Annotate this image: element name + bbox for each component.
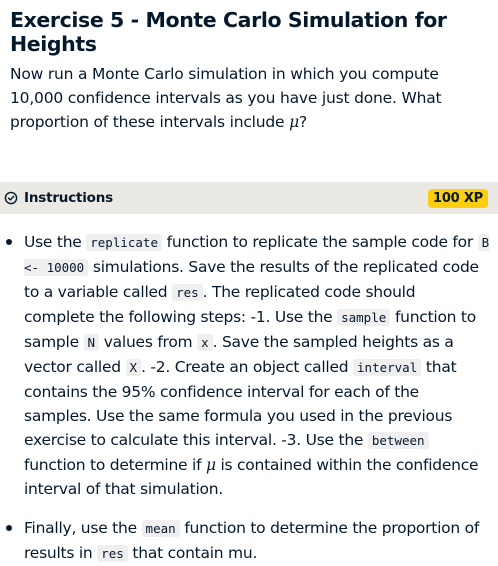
intro-end: ?	[298, 113, 307, 131]
instruction-step: Use the replicate function to replicate …	[6, 230, 498, 501]
code-snippet: res	[172, 284, 203, 301]
xp-badge: 100 XP	[427, 188, 488, 208]
exercise-description: Now run a Monte Carlo simulation in whic…	[0, 56, 498, 134]
code-snippet: between	[367, 432, 429, 449]
code-snippet: x	[197, 334, 213, 351]
step-text: . -2. Create an object called	[141, 358, 354, 376]
code-snippet: replicate	[86, 234, 162, 251]
intro-text: Now run a Monte Carlo simulation in whic…	[10, 65, 442, 131]
instruction-step: Finally, use the mean function to determ…	[6, 516, 498, 566]
instructions-title-group: Instructions	[4, 190, 113, 206]
bullet-icon	[6, 525, 12, 531]
instructions-label: Instructions	[24, 190, 113, 206]
step-text: values from	[99, 333, 198, 351]
code-snippet: interval	[353, 359, 422, 376]
step-text: that contain mu.	[127, 544, 258, 562]
step-text: Use the	[24, 233, 87, 251]
code-snippet: N	[83, 334, 100, 351]
check-circle-icon	[4, 191, 18, 205]
mu-symbol: μ	[289, 113, 299, 131]
step-text: function to replicate the sample code fo…	[161, 233, 478, 251]
mu-symbol: μ	[205, 456, 216, 474]
instructions-list: Use the replicate function to replicate …	[0, 230, 498, 566]
code-snippet: res	[97, 545, 128, 562]
instructions-header[interactable]: Instructions 100 XP	[0, 182, 498, 214]
code-snippet: X	[125, 359, 142, 376]
code-snippet: sample	[337, 309, 391, 326]
code-snippet: mean	[141, 520, 180, 537]
exercise-title: Exercise 5 - Monte Carlo Simulation for …	[10, 8, 447, 56]
bullet-icon	[6, 239, 12, 245]
step-text: Finally, use the	[24, 519, 142, 537]
step-text: function to determine if	[24, 456, 206, 474]
